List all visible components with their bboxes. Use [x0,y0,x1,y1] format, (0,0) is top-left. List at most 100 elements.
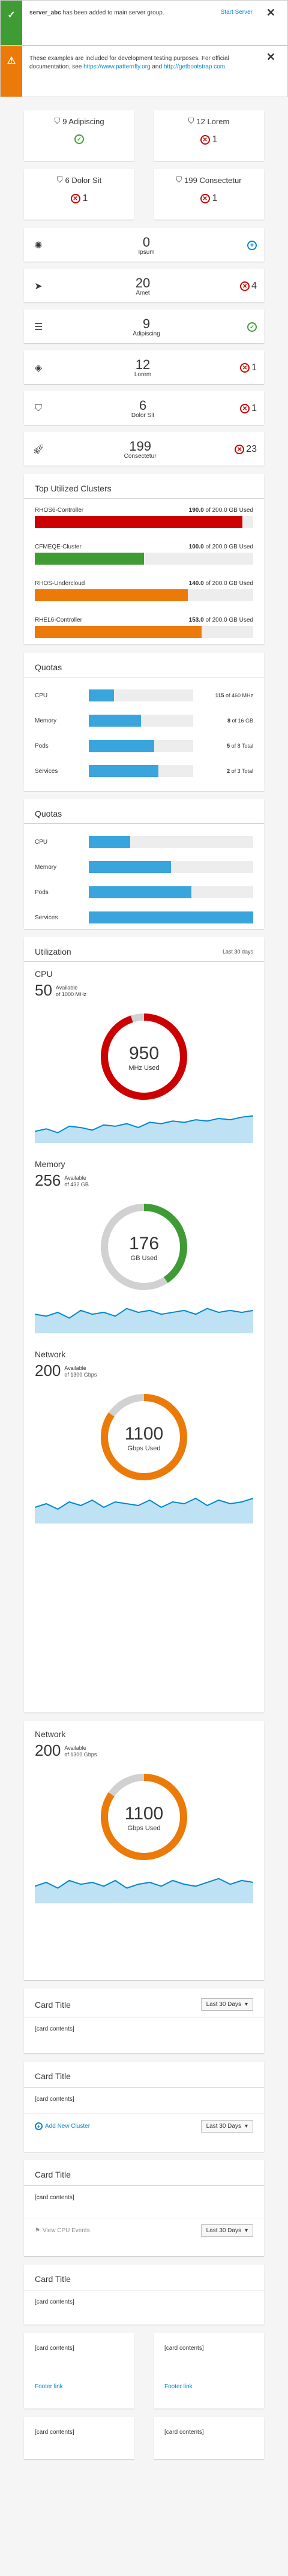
card-body: [card contents] [35,2345,74,2352]
available-label: Available [64,1745,86,1751]
flag-icon: ⚑ [35,2227,40,2234]
close-icon[interactable]: ✕ [266,51,275,64]
progress-bar[interactable] [89,861,253,873]
utilization-row: CFMEQE-Cluster 100.0 of 200.0 GB Used [24,540,264,568]
donut-chart[interactable]: 176 GB Used [35,1199,253,1295]
shield-icon: ⛉ [34,403,42,413]
trend-sections: CPU 50 Available of 1000 MHz 950 MHz Used Memo… [24,962,264,1533]
card-count: 199 [129,438,151,454]
error-count[interactable]: 23 [246,444,257,455]
error-icon: ✕ [240,363,250,373]
check-icon: ✓ [1,1,22,45]
card-body: [card contents] [164,2429,204,2436]
time-range-dropdown[interactable]: Last 30 Days ▾ [200,2224,253,2237]
trend-title: Memory [35,1159,65,1169]
total-value: of 8 Total [231,743,253,749]
donut-chart[interactable]: 1100 Gbps Used [35,1769,253,1865]
sparkline-chart[interactable] [34,1301,254,1333]
view-cpu-events-link[interactable]: ⚑ View CPU Events [35,2227,90,2234]
time-range-dropdown[interactable]: Last 30 Days ▾ [200,1998,253,2011]
progress-fill [89,689,114,701]
quota-label: Memory [35,717,57,724]
time-range-dropdown[interactable]: Last 30 Days ▾ [200,2120,253,2133]
progress-bar[interactable] [89,911,253,923]
progress-bar[interactable] [35,553,253,565]
card-label: Consectetur [124,452,157,460]
error-count[interactable]: 4 [251,281,257,292]
add-new-cluster-link[interactable]: + Add New Cluster [35,2122,90,2130]
used-value: 115 [215,692,224,698]
sparkline-chart[interactable] [34,1871,254,1903]
aggregate-status-card: ⛉ 6 Dolor Sit ✕ 1 [24,169,134,220]
donut-unit: GB Used [131,1255,158,1262]
quota-label: CPU [35,838,48,845]
close-icon[interactable]: ✕ [266,7,275,19]
error-count[interactable]: 1 [212,193,218,204]
success-alert: ✓ server_abc has been added to main serv… [0,0,288,46]
database-icon: ☰ [34,322,43,332]
available-label: Available [64,1175,86,1181]
start-server-link[interactable]: Start Server [221,9,253,16]
card-title: 12 Lorem [196,116,230,126]
total-value: of 200.0 GB [205,617,238,623]
donut-chart[interactable]: 950 MHz Used [35,1009,253,1105]
footer-link[interactable]: Footer link [24,2377,134,2398]
quota-row: CPU 115 of 460 MHz [24,686,264,705]
card-title: Card Title [35,1999,71,2010]
aggregate-status-card: ⛉ 199 Consectetur ✕ 1 [154,169,264,220]
progress-bar[interactable] [89,689,193,701]
available-total: of 1000 MHz [55,991,86,997]
cluster-usage: 140.0 of 200.0 GB Used [189,580,253,587]
add-circle-icon[interactable]: + [247,241,257,250]
used-suffix: Used [239,507,253,514]
quota-row: Pods 5 of 8 Total [24,736,264,755]
bootstrap-link[interactable]: http://getbootstrap.com [164,64,225,70]
alert-server-name: server_abc [29,10,61,16]
error-count[interactable]: 1 [251,403,257,414]
progress-bar[interactable] [89,836,253,848]
progress-bar[interactable] [35,626,253,638]
warning-and: and [150,64,164,70]
mini-status-card: 🚀︎ 199 Consectetur ✕ 23 [24,432,264,466]
progress-fill [35,589,188,601]
error-count[interactable]: 1 [251,362,257,373]
card-title: Quotas [24,654,264,677]
progress-bar[interactable] [89,765,193,777]
trend-section: Memory 256 Available of 432 GB 176 GB Used [24,1152,264,1342]
dropdown-value: Last 30 Days [206,2227,241,2234]
rebel-icon: ✺ [34,241,43,251]
progress-bar[interactable] [89,886,253,898]
utilization-card: Utilization Last 30 days CPU 50 Available o… [24,937,264,1713]
quota-bars: CPU Memory Pods Services [24,824,264,927]
progress-fill [89,740,154,752]
cluster-name: RHOS6-Controller [35,507,84,514]
warning-alert: ⚠ These examples are included for develo… [0,46,288,97]
card-label: Lorem [134,371,152,378]
footer-link[interactable]: Footer link [154,2377,264,2398]
progress-bar[interactable] [89,740,193,752]
quota-value: 5 of 8 Total [193,743,253,749]
alert-message: has been added to main server group. [61,10,164,16]
progress-bar[interactable] [35,516,253,528]
error-count[interactable]: 1 [212,134,218,145]
card-label: Amet [136,289,150,296]
sparkline-area [35,1498,253,1524]
sparkline-chart[interactable] [34,1111,254,1143]
progress-bar[interactable] [35,589,253,601]
sparkline-chart[interactable] [34,1491,254,1524]
progress-fill [89,886,192,898]
donut-chart[interactable]: 1100 Gbps Used [35,1389,253,1485]
used-suffix: Used [239,617,253,623]
utilization-row: RHOS-Undercloud 140.0 of 200.0 GB Used [24,577,264,605]
dropdown-value: Last 30 Days [206,2001,241,2008]
patternfly-link[interactable]: https://www.patternfly.org [83,64,151,70]
card-title: Top Utilized Clusters [24,475,264,499]
caret-down-icon: ▾ [244,2123,248,2130]
card-body: [card contents] [164,2345,204,2352]
used-value: 2 [227,768,230,774]
progress-bar[interactable] [89,715,193,727]
error-count[interactable]: 1 [83,193,88,204]
basic-card: Card Title [card contents] [24,2265,264,2325]
quota-row: Pods [24,883,264,902]
cluster-usage: 153.0 of 200.0 GB Used [189,617,253,623]
